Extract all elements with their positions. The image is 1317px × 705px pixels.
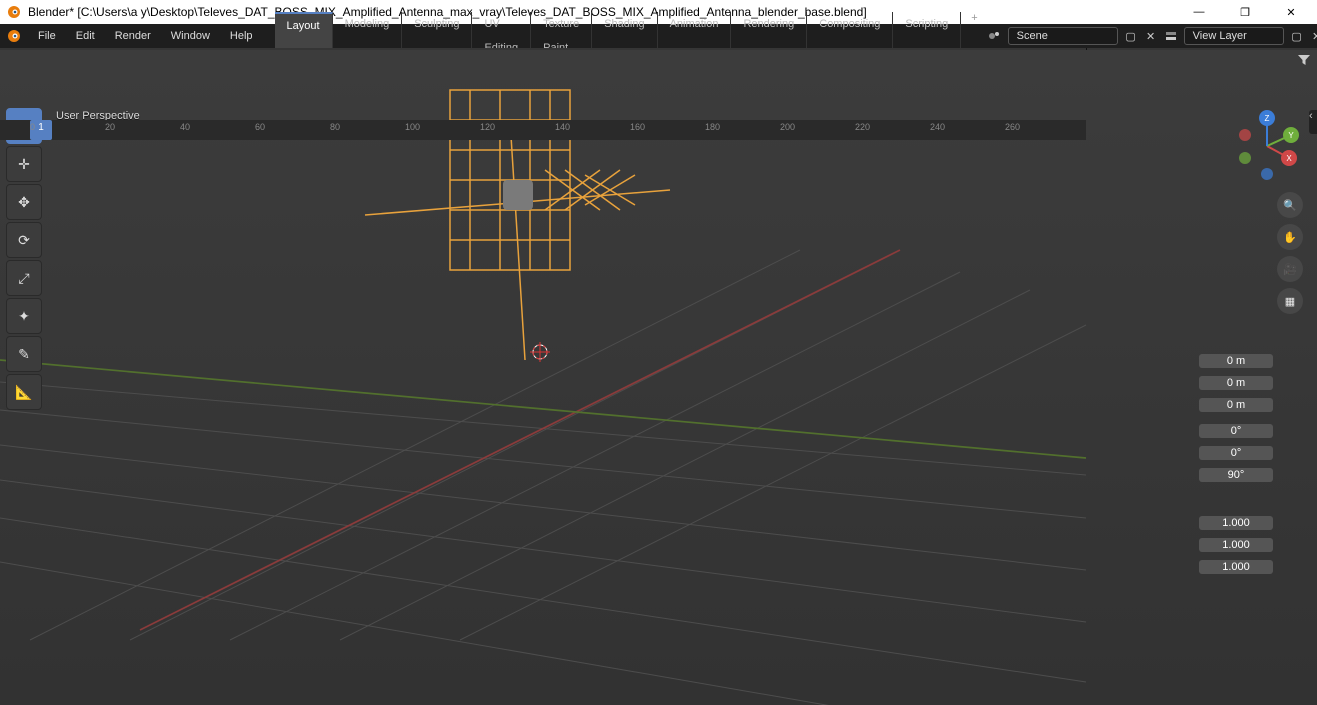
- viewlayer-browse-icon[interactable]: ▢: [1290, 29, 1304, 43]
- blender-menu-icon[interactable]: [6, 28, 22, 44]
- n-panel-toggle[interactable]: ‹: [1309, 110, 1317, 134]
- scene-delete-icon[interactable]: ✕: [1144, 29, 1158, 43]
- scene-browse-icon[interactable]: ▢: [1124, 29, 1138, 43]
- tl-tick: 0: [30, 122, 35, 132]
- tool-move[interactable]: ✥: [6, 184, 42, 220]
- menu-edit[interactable]: Edit: [66, 24, 105, 48]
- loc-z-field[interactable]: 0 m: [1199, 398, 1273, 412]
- scene-icon[interactable]: [988, 29, 1002, 43]
- tool-measure[interactable]: 📐: [6, 374, 42, 410]
- menu-help[interactable]: Help: [220, 24, 263, 48]
- window-minimize-button[interactable]: —: [1185, 6, 1213, 19]
- tool-cursor[interactable]: ✛: [6, 146, 42, 182]
- tool-annotate[interactable]: ✎: [6, 336, 42, 372]
- nav-perspective-button[interactable]: ▦: [1277, 288, 1303, 314]
- nav-gizmo[interactable]: X Y Z: [1231, 110, 1303, 182]
- tl-tick: 120: [480, 122, 495, 132]
- tl-tick: 240: [930, 122, 945, 132]
- tl-tick: 40: [180, 122, 190, 132]
- viewlayer-icon[interactable]: [1164, 29, 1178, 43]
- loc-y-field[interactable]: 0 m: [1199, 376, 1273, 390]
- rot-x-field[interactable]: 0°: [1199, 424, 1273, 438]
- svg-text:Y: Y: [1288, 131, 1294, 140]
- tl-tick: 140: [555, 122, 570, 132]
- svg-text:Z: Z: [1265, 114, 1270, 123]
- window-close-button[interactable]: ✕: [1277, 6, 1305, 19]
- tl-tick: 80: [330, 122, 340, 132]
- svg-text:X: X: [1286, 154, 1292, 163]
- scale-x-field[interactable]: 1.000: [1199, 516, 1273, 530]
- tl-tick: 100: [405, 122, 420, 132]
- timeline-track[interactable]: 1 0 20 40 60 80 100 120 140 160 180 200 …: [0, 120, 1086, 140]
- scale-y-field[interactable]: 1.000: [1199, 538, 1273, 552]
- tl-tick: 260: [1005, 122, 1020, 132]
- tool-rotate[interactable]: ⟳: [6, 222, 42, 258]
- menu-render[interactable]: Render: [105, 24, 161, 48]
- viewlayer-delete-icon[interactable]: ✕: [1310, 29, 1317, 43]
- rot-y-field[interactable]: 0°: [1199, 446, 1273, 460]
- viewlayer-field[interactable]: View Layer: [1184, 27, 1284, 45]
- window-maximize-button[interactable]: ❐: [1231, 6, 1259, 19]
- outliner-filter-icon[interactable]: [1297, 53, 1311, 67]
- tool-transform[interactable]: ✦: [6, 298, 42, 334]
- viewport-grid[interactable]: [0, 50, 1317, 705]
- tl-tick: 180: [705, 122, 720, 132]
- menu-file[interactable]: File: [28, 24, 66, 48]
- menu-window[interactable]: Window: [161, 24, 220, 48]
- loc-x-field[interactable]: 0 m: [1199, 354, 1273, 368]
- rot-z-field[interactable]: 90°: [1199, 468, 1273, 482]
- blender-logo-icon: [6, 4, 22, 20]
- nav-camera-button[interactable]: 🎥: [1277, 256, 1303, 282]
- tl-tick: 60: [255, 122, 265, 132]
- tl-tick: 20: [105, 122, 115, 132]
- nav-pan-button[interactable]: ✋: [1277, 224, 1303, 250]
- tl-tick: 200: [780, 122, 795, 132]
- scene-field[interactable]: Scene: [1008, 27, 1118, 45]
- tl-tick: 220: [855, 122, 870, 132]
- scale-z-field[interactable]: 1.000: [1199, 560, 1273, 574]
- tl-tick: 160: [630, 122, 645, 132]
- nav-zoom-button[interactable]: 🔍: [1277, 192, 1303, 218]
- tool-scale[interactable]: ⤢: [6, 260, 42, 296]
